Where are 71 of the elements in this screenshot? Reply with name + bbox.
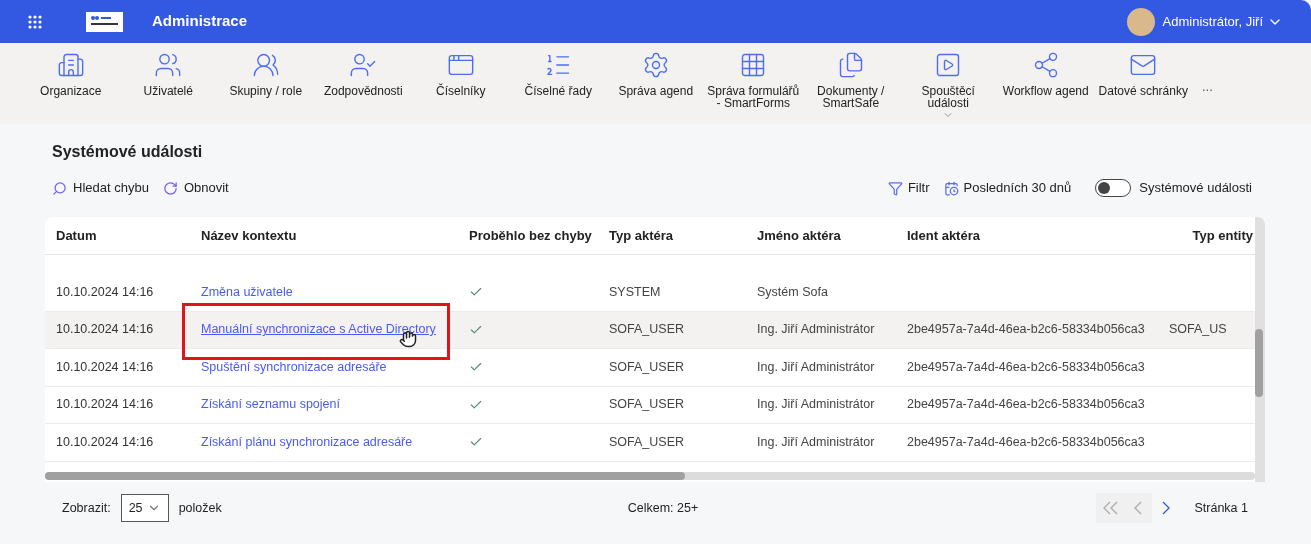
context-link[interactable]: Získání plánu synchronizace adresáře	[201, 434, 413, 449]
table-cell: Ing. Jiří Administrátor	[757, 359, 875, 374]
toolbar-label: Správa agend	[618, 85, 694, 97]
items-label: položek	[178, 499, 222, 517]
toolbar-item[interactable]: Dokumenty / SmartSafe	[802, 51, 900, 121]
toolbar-label: Datové schránky	[1098, 85, 1188, 97]
more-button[interactable]: ...	[1202, 77, 1213, 97]
toolbar-label: Workflow agend	[1002, 85, 1089, 97]
toolbar-label: Uživatelé	[143, 85, 193, 97]
toolbar-label: Organizace	[40, 85, 102, 97]
toolbar-item[interactable]: Číselníky	[412, 51, 510, 121]
toolbar-label: Skupiny / role	[229, 85, 303, 97]
toolbar-label: Spouštěcí události	[920, 85, 976, 109]
context-link[interactable]: Manuální synchronizace s Active Directory	[201, 322, 436, 337]
search-button[interactable]: Hledat chybu	[52, 178, 149, 198]
page-title: Systémové události	[52, 142, 204, 160]
table-cell: Ing. Jiří Administrátor	[757, 397, 875, 412]
user-menu[interactable]: Administrátor, Jiří	[1162, 11, 1283, 32]
table-cell: 10.10.2024 14:16	[56, 322, 154, 337]
column-header[interactable]: Jméno aktéra	[757, 225, 907, 246]
toolbar-item[interactable]: Zodpovědnosti	[314, 51, 412, 121]
refresh-button[interactable]: Obnovit	[162, 178, 229, 198]
show-label: Zobrazit:	[62, 499, 111, 517]
table-cell: SOFA_USER	[609, 322, 685, 337]
toolbar-item[interactable]: Správa formulářů - SmartForms	[704, 51, 802, 121]
toolbar-label: Číselníky	[436, 85, 486, 97]
toolbar-label: Číselné řady	[524, 85, 592, 97]
table-cell: 10.10.2024 14:16	[56, 434, 154, 449]
toolbar-item[interactable]: Organizace	[22, 51, 120, 121]
filter-button[interactable]: Filtr	[887, 178, 930, 198]
table-cell: SOFA_USER	[609, 397, 685, 412]
table-row[interactable]: 10.10.2024 14:16 Manuální synchronizace s Active Directory SOFA_USER Ing. Jiří Administrátor 2be4957a-7a4d-46ea-b2c6-58334b056ca3 SOFA_US	[45, 311, 1255, 349]
toolbar-item[interactable]: Skupiny / role	[217, 51, 315, 121]
table-cell: Ing. Jiří Administrátor	[757, 322, 875, 337]
column-header[interactable]: Ident aktéra	[907, 225, 1169, 246]
toolbar-label: Dokumenty / SmartSafe	[816, 85, 886, 109]
table-cell: Ing. Jiří Administrátor	[757, 434, 875, 449]
column-header[interactable]: Typ entity	[1169, 225, 1253, 246]
table-cell: 2be4957a-7a4d-46ea-b2c6-58334b056ca3	[907, 359, 1145, 374]
period-button[interactable]: Posledních 30 dnů	[943, 178, 1072, 198]
app-title: Administrace	[152, 11, 248, 32]
table-cell: 10.10.2024 14:16	[56, 397, 154, 412]
toolbar-item[interactable]: Správa agend	[607, 51, 705, 121]
table-cell: 10.10.2024 14:16	[56, 359, 154, 374]
table-cell: SOFA_US	[1169, 322, 1227, 337]
toolbar-item[interactable]: Spouštěcí události	[899, 51, 997, 121]
table-cell: 2be4957a-7a4d-46ea-b2c6-58334b056ca3	[907, 322, 1145, 337]
column-header[interactable]: Datum	[56, 225, 201, 246]
table-cell: 2be4957a-7a4d-46ea-b2c6-58334b056ca3	[907, 397, 1145, 412]
toolbar-item[interactable]: Workflow agend	[997, 51, 1095, 121]
total-count: Celkem: 25+	[627, 499, 699, 517]
column-header[interactable]: Typ aktéra	[609, 225, 757, 246]
toolbar-item[interactable]: Uživatelé	[119, 51, 217, 121]
toolbar-label: Zodpovědnosti	[323, 85, 403, 97]
table-cell: 2be4957a-7a4d-46ea-b2c6-58334b056ca3	[907, 434, 1145, 449]
column-header[interactable]: Název kontextu	[201, 225, 469, 246]
table-cell: SYSTEM	[609, 284, 661, 299]
toolbar-label: Správa formulářů - SmartForms	[706, 85, 801, 109]
table-cell: SOFA_USER	[609, 359, 685, 374]
page-size-select[interactable]: 25	[120, 494, 169, 522]
context-link[interactable]: Změna uživatele	[201, 284, 293, 299]
table-cell: Systém Sofa	[757, 284, 828, 299]
context-link[interactable]: Získání seznamu spojení	[201, 397, 340, 412]
column-header[interactable]: Proběhlo bez chyby	[469, 225, 609, 246]
toolbar-item[interactable]: Datové schránky	[1094, 51, 1192, 121]
toggle-label: Systémové události	[1139, 179, 1252, 198]
table-cell: SOFA_USER	[609, 434, 685, 449]
context-link[interactable]: Spuštění synchronizace adresáře	[201, 359, 387, 374]
page-indicator: Stránka 1	[1194, 499, 1248, 517]
table-cell: 10.10.2024 14:16	[56, 284, 154, 299]
toolbar-item[interactable]: Číselné řady	[509, 51, 607, 121]
